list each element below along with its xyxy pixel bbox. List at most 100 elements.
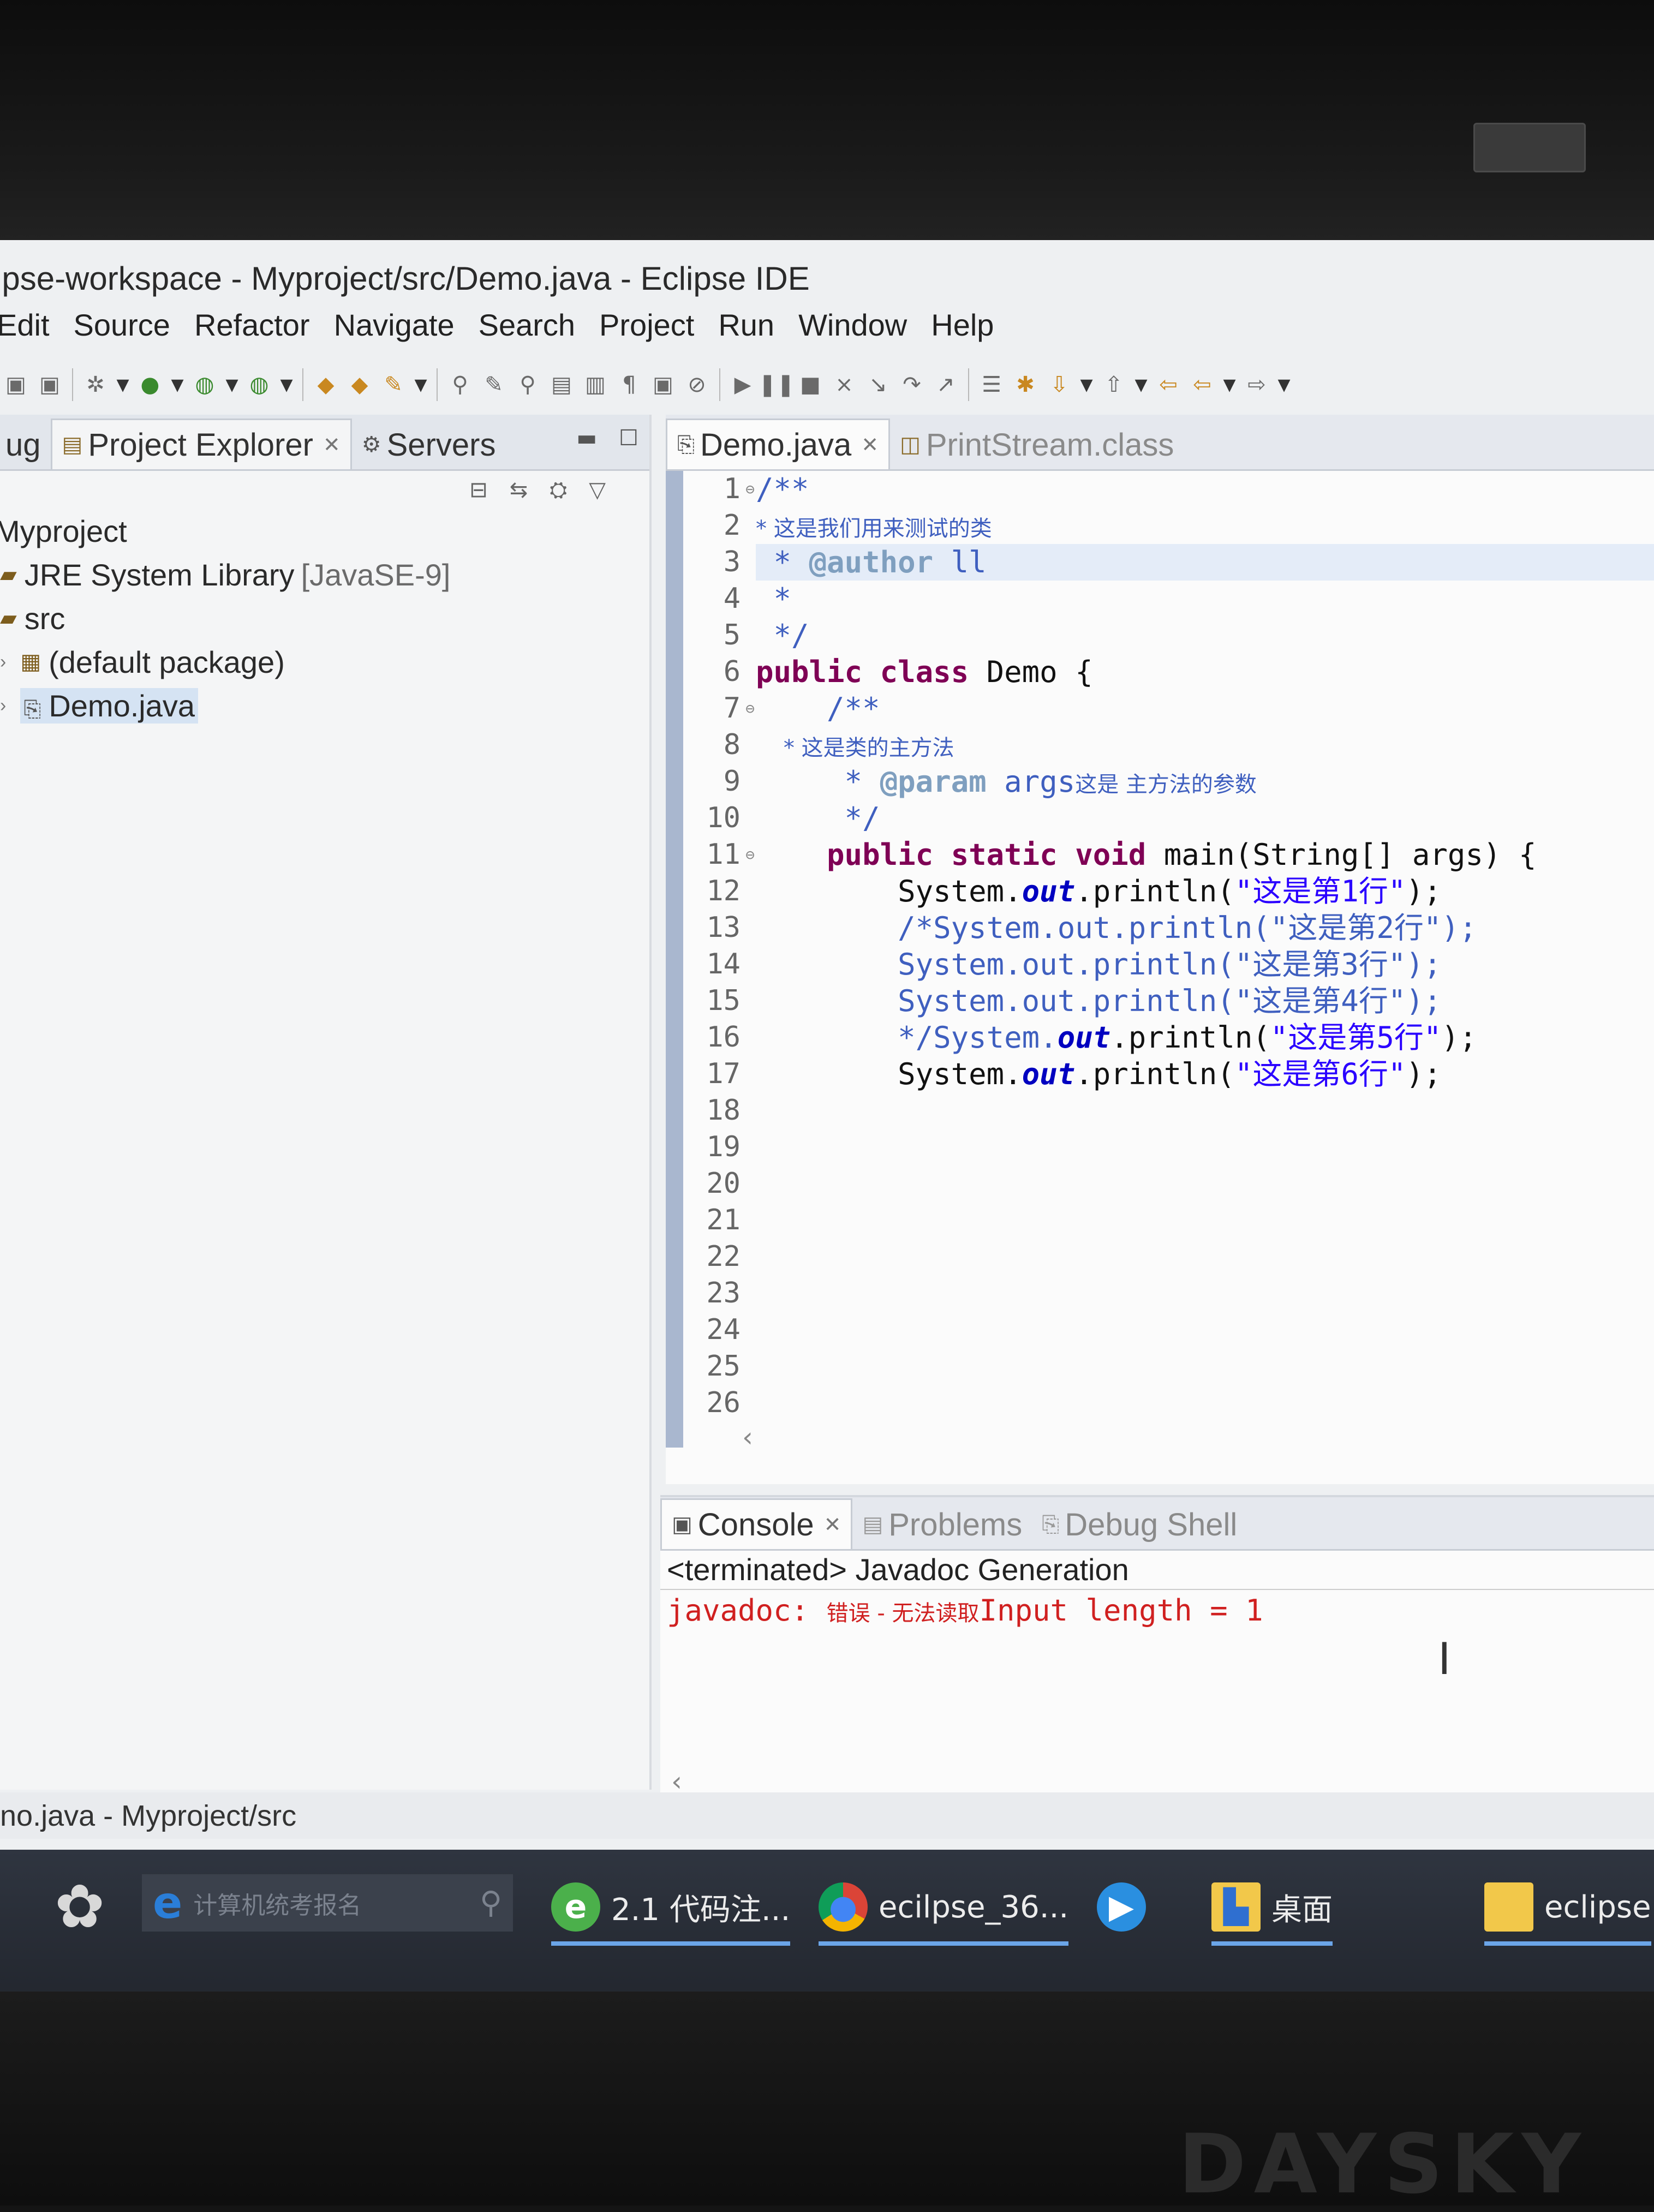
collapse-all-icon[interactable]: ⊟ (469, 477, 488, 503)
back-icon[interactable]: ⇦ (1186, 369, 1218, 400)
start-icon[interactable]: ✿ (55, 1872, 105, 1941)
maximize-icon[interactable]: ☐ (619, 426, 638, 451)
tree-item-jre[interactable]: ▰ JRE System Library [JavaSE-9] (0, 553, 649, 596)
chevron-down-icon[interactable]: ▼ (277, 369, 296, 400)
menu-refactor[interactable]: Refactor (182, 307, 322, 343)
suspend-icon[interactable]: ❚❚ (758, 369, 795, 400)
code-area[interactable]: /** * 这是我们用来测试的类 * @author ll * */ publi… (756, 471, 1654, 1092)
terminate-icon[interactable]: ■ (795, 369, 826, 400)
tab-printstream-class[interactable]: ◫ PrintStream.class (890, 420, 1184, 469)
disconnect-icon[interactable]: ⨯ (828, 369, 860, 400)
code-line: System.out.println("这是第1行"); (898, 874, 1442, 908)
tab-debug[interactable]: ug (0, 420, 51, 469)
tree-item-project[interactable]: Myproject (0, 509, 649, 553)
menu-run[interactable]: Run (706, 307, 786, 343)
block-select-icon[interactable]: ▥ (580, 369, 611, 400)
taskbar-item-eclipse-folder[interactable]: eclipse (1484, 1872, 1651, 1946)
taskbar-item-media[interactable]: ▶ (1097, 1872, 1157, 1942)
next-annotation-icon[interactable]: ⇩ (1043, 369, 1075, 400)
tab-servers[interactable]: ⚙ Servers (352, 420, 506, 469)
toggle-mark-icon[interactable]: ▤ (546, 369, 577, 400)
close-icon[interactable]: ✕ (323, 433, 341, 457)
tab-debug-shell[interactable]: ⎘ Debug Shell (1032, 1500, 1247, 1549)
tab-console[interactable]: ▣ Console ✕ (660, 1498, 853, 1549)
menu-project[interactable]: Project (587, 307, 706, 343)
link-editor-icon[interactable]: ⇆ (510, 477, 528, 503)
search-icon[interactable]: ⚲ (480, 1885, 502, 1921)
scroll-left-icon[interactable]: ‹ (742, 1421, 753, 1453)
toggle-comment-icon[interactable]: ☰ (976, 369, 1007, 400)
code-line: public static void main(String[] args) { (827, 838, 1537, 872)
filter-icon[interactable]: ⛭ (550, 477, 567, 503)
tab-demo-java[interactable]: ⎘ Demo.java ✕ (666, 419, 891, 469)
step-into-icon[interactable]: ↘ (862, 369, 894, 400)
class-file-icon: ◫ (900, 433, 921, 457)
fold-icon[interactable]: ⊖ (745, 836, 755, 873)
tab-problems[interactable]: ▤ Problems (852, 1500, 1032, 1549)
folder-icon: ▙ (1211, 1882, 1261, 1932)
chevron-down-icon[interactable]: ▼ (411, 369, 430, 400)
previous-annotation-icon[interactable]: ⇧ (1098, 369, 1130, 400)
minimize-icon[interactable]: ▬ (576, 426, 597, 451)
menu-edit[interactable]: Edit (0, 307, 62, 343)
menu-window[interactable]: Window (786, 307, 919, 343)
resume-icon[interactable]: ▶ (727, 369, 759, 400)
tab-project-explorer[interactable]: ▤ Project Explorer ✕ (50, 419, 352, 469)
save-all-icon[interactable]: ▣ (34, 369, 65, 400)
close-icon[interactable]: ✕ (824, 1512, 841, 1537)
fold-icon[interactable]: ⊖ (745, 690, 755, 727)
chevron-down-icon[interactable]: ▼ (1220, 369, 1239, 400)
last-edit-icon[interactable]: ⇦ (1153, 369, 1184, 400)
chevron-down-icon[interactable]: ▼ (1077, 369, 1096, 400)
chevron-down-icon[interactable]: ▼ (1132, 369, 1150, 400)
tree-item-src[interactable]: ▰ src (0, 596, 649, 640)
editor-body[interactable]: 1 ⊖ 2 3 4 5 6 7 ⊖ 8 9 10 11 ⊖ 12 13 14 15 1… (666, 471, 1654, 1453)
menu-navigate[interactable]: Navigate (322, 307, 467, 343)
menu-source[interactable]: Source (62, 307, 182, 343)
search-icon[interactable]: ⚲ (512, 369, 544, 400)
run-icon[interactable]: ● (134, 369, 166, 400)
taskbar-item-desktop[interactable]: ▙ 桌面 (1211, 1872, 1333, 1946)
taskbar-search[interactable]: e 计算机统考报名 ⚲ (142, 1874, 513, 1932)
skip-breakpoints-icon[interactable]: ⊘ (681, 369, 713, 400)
browser-e-icon: e (153, 1878, 183, 1928)
menu-help[interactable]: Help (919, 307, 1006, 343)
line-number: 13 (706, 911, 741, 944)
menu-search[interactable]: Search (467, 307, 587, 343)
debug-icon[interactable]: ✲ (80, 369, 111, 400)
open-type-icon[interactable]: ⚲ (444, 369, 476, 400)
external-tools-icon[interactable]: ◍ (243, 369, 275, 400)
console-output[interactable]: javadoc: 错误 - 无法读取Input length = 1 (660, 1590, 1654, 1631)
tree-item-demo-java[interactable]: › ⎘ Demo.java (0, 684, 649, 727)
toolbar-separator (72, 368, 73, 401)
new-java-project-icon[interactable]: ◆ (310, 369, 342, 400)
java-search-icon[interactable]: ✱ (1010, 369, 1041, 400)
code-line: */ (756, 801, 880, 835)
console-icon[interactable]: ▣ (647, 369, 679, 400)
chevron-right-icon[interactable]: › (0, 651, 6, 673)
fold-icon[interactable]: ⊖ (745, 471, 755, 507)
step-over-icon[interactable]: ↷ (896, 369, 928, 400)
new-package-icon[interactable]: ◆ (344, 369, 375, 400)
open-task-icon[interactable]: ✎ (478, 369, 510, 400)
save-icon[interactable]: ▣ (0, 369, 32, 400)
taskbar-item-label: eclipse (1544, 1889, 1651, 1925)
tree-item-package[interactable]: › ▦ (default package) (0, 640, 649, 684)
taskbar-item-browser[interactable]: e 2.1 代码注... (551, 1872, 791, 1946)
chevron-down-icon[interactable]: ▼ (1275, 369, 1293, 400)
new-class-icon[interactable]: ✎ (378, 369, 409, 400)
chevron-down-icon[interactable]: ▼ (114, 369, 132, 400)
view-menu-icon[interactable]: ▽ (589, 477, 606, 503)
chevron-right-icon[interactable]: › (0, 695, 6, 716)
show-whitespace-icon[interactable]: ¶ (613, 369, 645, 400)
step-return-icon[interactable]: ↗ (930, 369, 962, 400)
chevron-down-icon[interactable]: ▼ (168, 369, 187, 400)
taskbar-item-chrome[interactable]: ● ecilpse_36... (819, 1872, 1069, 1946)
forward-icon[interactable]: ⇨ (1241, 369, 1273, 400)
chevron-down-icon[interactable]: ▼ (223, 369, 241, 400)
menu-bar: Edit Source Refactor Navigate Search Pro… (0, 300, 1654, 349)
close-icon[interactable]: ✕ (861, 433, 879, 457)
chrome-icon: ● (819, 1882, 868, 1932)
console-icon: ▣ (672, 1512, 692, 1537)
coverage-icon[interactable]: ◍ (189, 369, 220, 400)
